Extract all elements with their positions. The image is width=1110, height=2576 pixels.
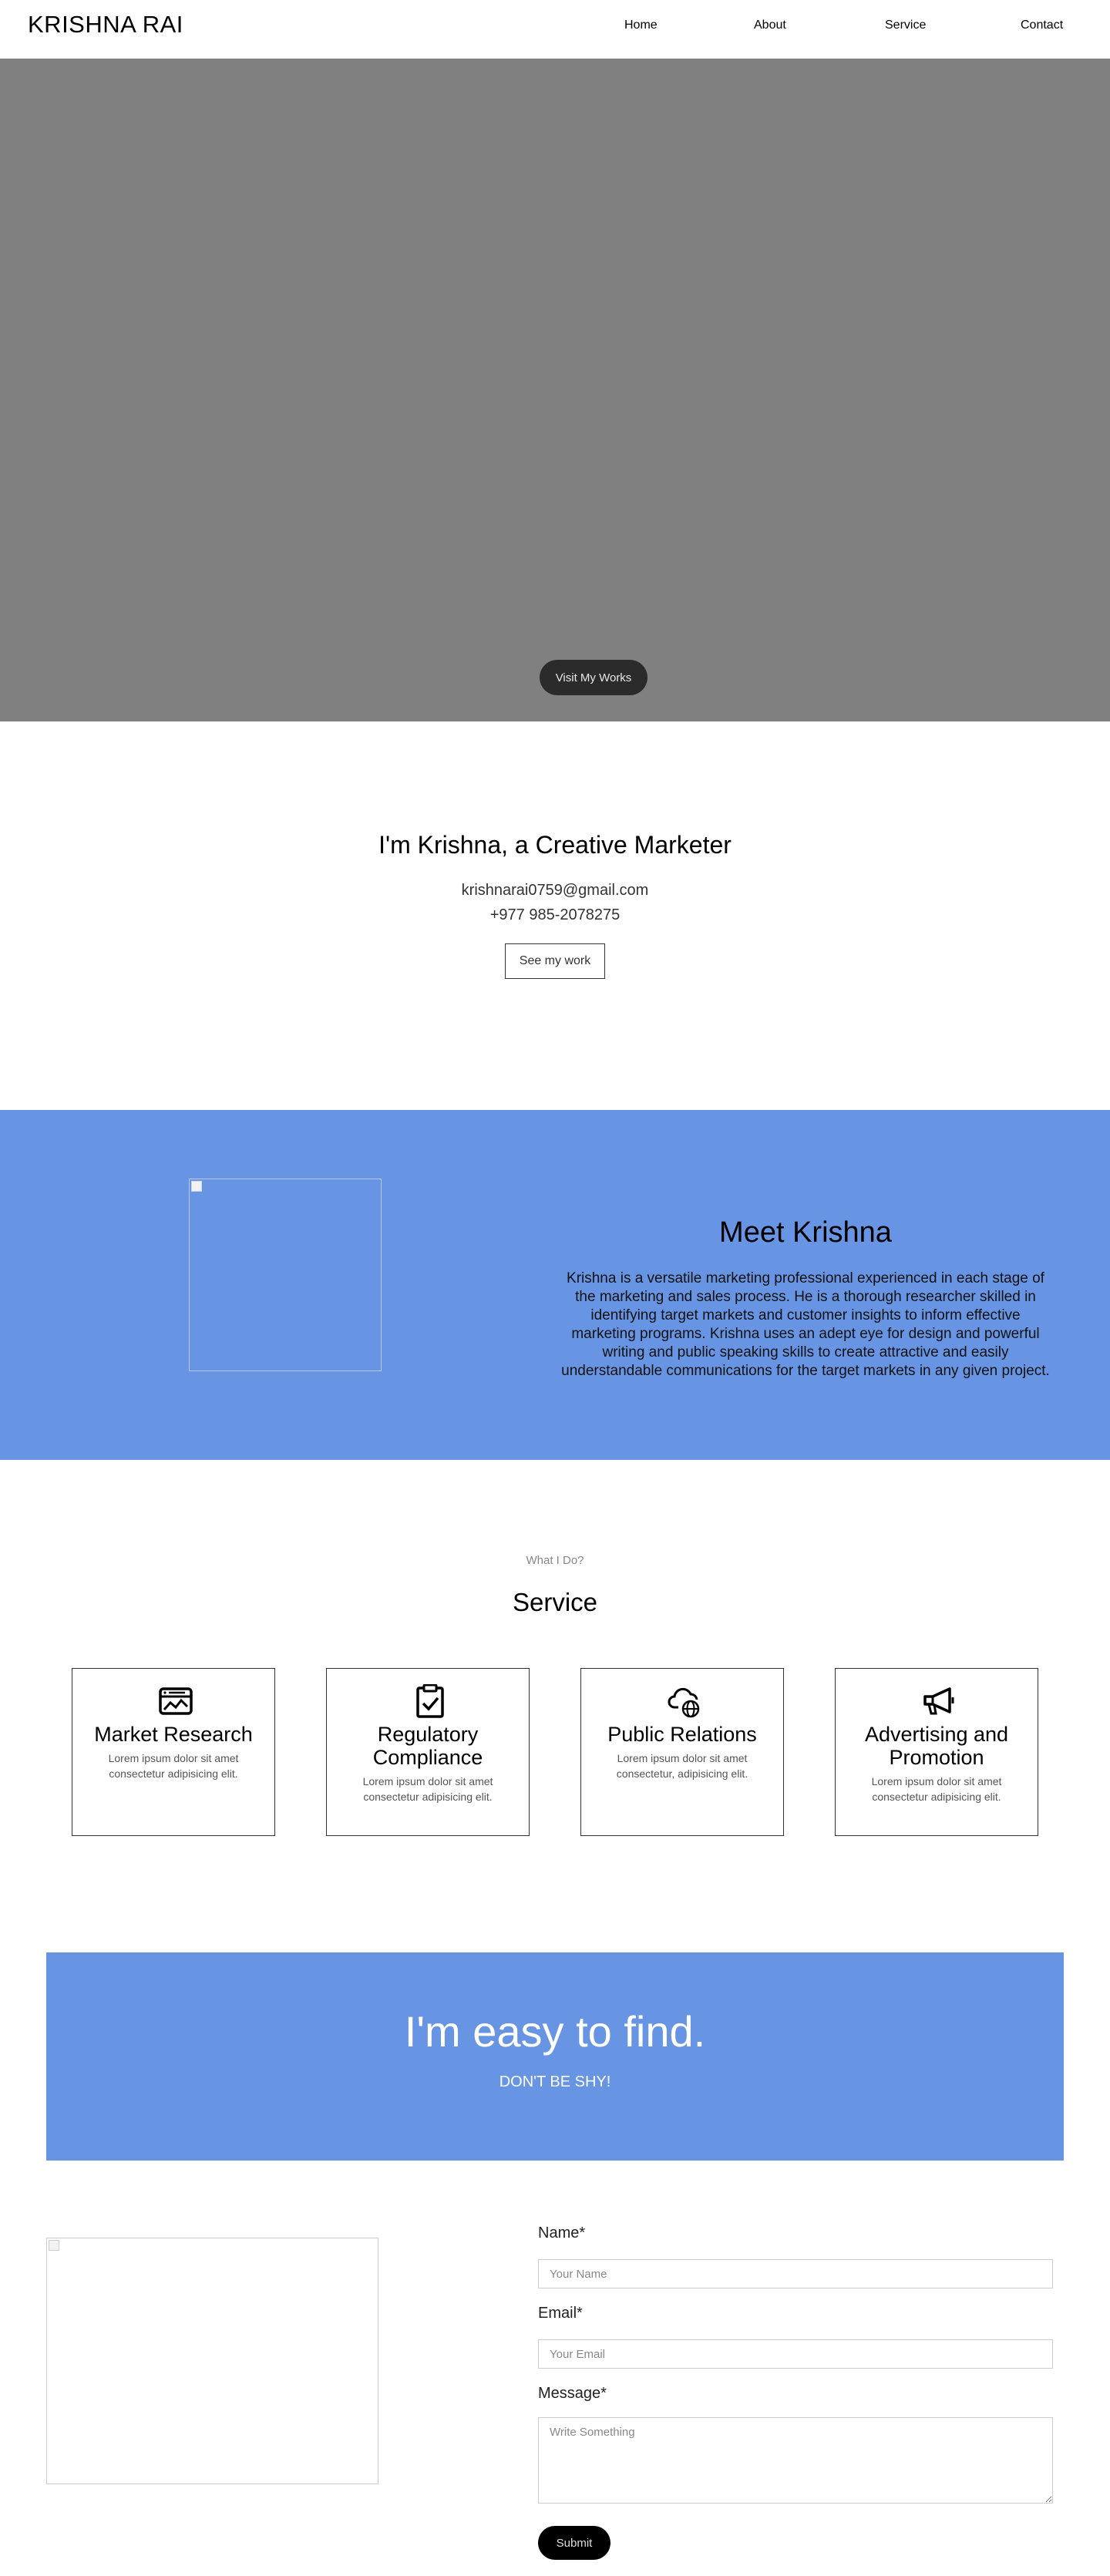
contact-phone: +977 985-2078275	[489, 906, 621, 923]
service-card-market-research: Market Research Lorem ipsum dolor sit am…	[72, 1668, 275, 1836]
meet-title: Meet Krishna	[719, 1216, 892, 1249]
broken-image-icon	[49, 2240, 59, 2251]
nav-home-link[interactable]: Home	[624, 18, 658, 32]
message-label: Message*	[538, 2385, 607, 2402]
visit-my-works-button[interactable]: Visit My Works	[540, 660, 648, 695]
contact-email: krishnarai0759@gmail.com	[461, 882, 649, 899]
see-my-work-button[interactable]: See my work	[505, 943, 605, 979]
hero-banner: Visit My Works	[0, 59, 1110, 721]
service-text: Lorem ipsum dolor sit amet consectetur a…	[871, 1775, 1002, 1803]
nav-contact-link[interactable]: Contact	[1021, 18, 1063, 32]
service-title: Regulatory Compliance	[372, 1723, 483, 1769]
service-title: Public Relations	[607, 1723, 757, 1746]
service-card-regulatory-compliance: Regulatory Compliance Lorem ipsum dolor …	[326, 1668, 530, 1836]
service-title: Market Research	[94, 1723, 253, 1746]
nav-about-link[interactable]: About	[754, 18, 786, 32]
service-text: Lorem ipsum dolor sit amet consectetur a…	[108, 1752, 239, 1780]
intro-title: I'm Krishna, a Creative Marketer	[378, 831, 732, 859]
profile-image	[189, 1179, 382, 1371]
meet-description: Krishna is a versatile marketing profess…	[561, 1270, 1050, 1379]
name-input[interactable]	[538, 2259, 1053, 2288]
megaphone-icon	[923, 1687, 954, 1715]
services-title: Service	[512, 1588, 598, 1616]
service-card-public-relations: Public Relations Lorem ipsum dolor sit a…	[580, 1668, 784, 1836]
market-research-icon	[159, 1687, 193, 1715]
meet-section: Meet Krishna Krishna is a versatile mark…	[0, 1110, 1110, 1460]
cloud-globe-icon	[668, 1687, 700, 1718]
service-title: Advertising and Promotion	[864, 1723, 1009, 1769]
find-title: I'm easy to find.	[404, 2007, 706, 2056]
nav-service-link[interactable]: Service	[885, 18, 926, 32]
main-nav: Home About Service Contact	[0, 18, 1110, 34]
service-text: Lorem ipsum dolor sit amet consectetur, …	[616, 1752, 748, 1780]
message-textarea[interactable]	[538, 2417, 1053, 2504]
clipboard-check-icon	[416, 1684, 444, 1718]
contact-image	[46, 2238, 378, 2484]
service-text: Lorem ipsum dolor sit amet consectetur a…	[362, 1775, 493, 1803]
service-card-advertising: Advertising and Promotion Lorem ipsum do…	[835, 1668, 1038, 1836]
email-input[interactable]	[538, 2339, 1053, 2369]
submit-button[interactable]: Submit	[538, 2526, 610, 2560]
site-header: KRISHNA RAI Home About Service Contact	[0, 0, 1110, 59]
find-banner: I'm easy to find. DON'T BE SHY!	[46, 1952, 1064, 2161]
name-label: Name*	[538, 2225, 586, 2241]
broken-image-icon	[191, 1181, 202, 1192]
email-label: Email*	[538, 2305, 583, 2322]
services-kicker: What I Do?	[526, 1554, 584, 1567]
find-subtitle: DON'T BE SHY!	[499, 2073, 611, 2090]
